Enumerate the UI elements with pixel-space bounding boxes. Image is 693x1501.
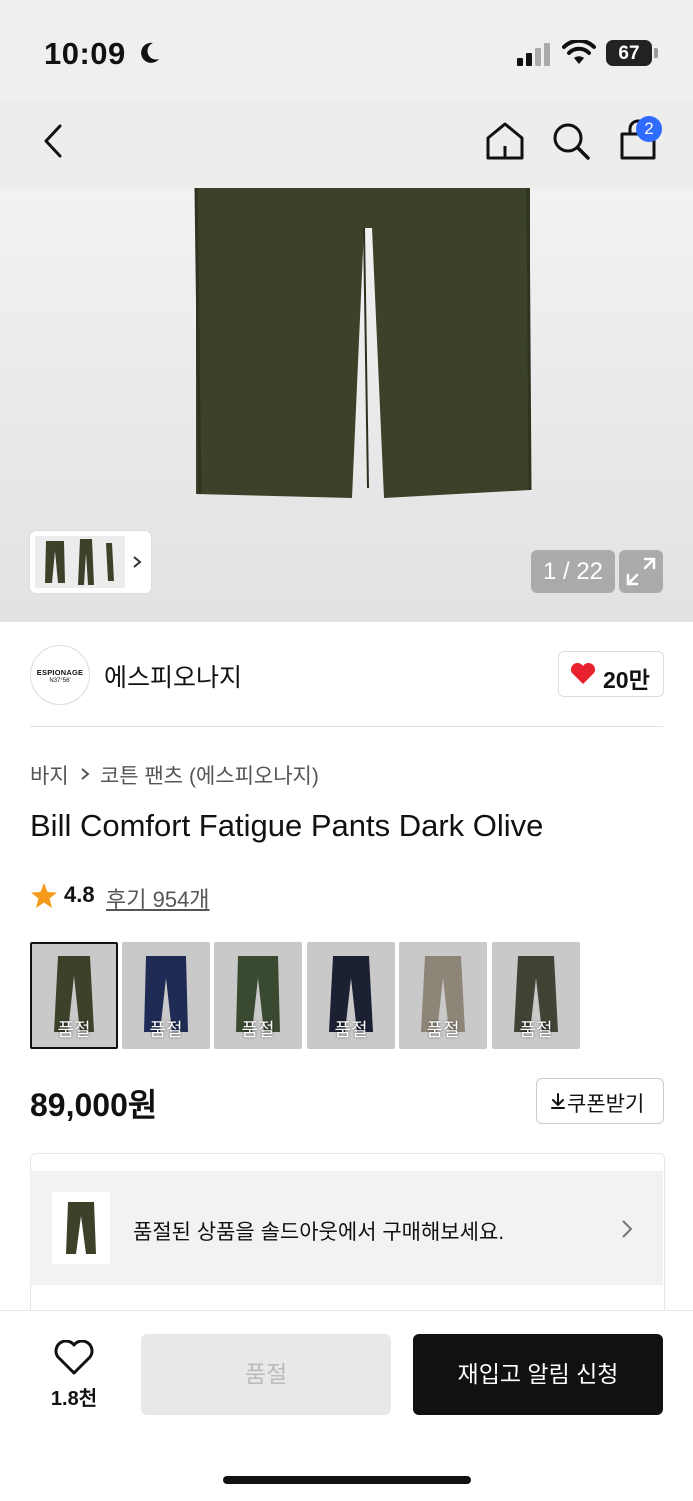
brand-name[interactable]: 에스피오나지 [104, 658, 242, 694]
color-swatch[interactable]: 품절 [492, 942, 580, 1049]
thumbnail-images [35, 536, 142, 588]
breadcrumb-subcategory[interactable]: 코튼 팬츠 (에스피오나지) [100, 760, 319, 790]
cellular-signal-icon [517, 43, 550, 66]
color-swatch[interactable]: 품절 [399, 942, 487, 1049]
sold-out-label: 품절 [426, 1020, 460, 1040]
color-swatch[interactable]: 품절 [214, 942, 302, 1049]
thumbnail-strip[interactable] [30, 531, 151, 593]
brand-logo-subtext: N37°56' [49, 678, 71, 684]
chevron-right-icon [81, 768, 90, 780]
divider [30, 726, 663, 727]
soldout-button[interactable]: 품절 [141, 1334, 391, 1415]
status-time: 10:09 [44, 36, 126, 71]
wishlist-count: 1.8천 [50, 1388, 98, 1410]
heart-filled-icon [570, 663, 596, 684]
review-count-link[interactable]: 후기 954개 [106, 882, 210, 914]
sold-out-label: 품절 [519, 1020, 553, 1040]
search-icon[interactable] [550, 120, 592, 162]
brand-like-count: 20만 [603, 667, 650, 693]
sold-out-label: 품절 [334, 1020, 368, 1040]
gallery-page-counter: 1 / 22 [531, 550, 615, 593]
battery-tip [654, 48, 658, 58]
chevron-right-icon [622, 1220, 633, 1238]
home-indicator [223, 1476, 471, 1484]
download-icon [551, 1093, 565, 1109]
sold-out-label: 품절 [57, 1020, 91, 1040]
battery-indicator: 67 [606, 40, 652, 66]
product-price: 89,000원 [30, 1087, 158, 1123]
home-icon[interactable] [484, 120, 526, 162]
coupon-button-label: 쿠폰받기 [567, 1093, 645, 1116]
brand-logo-text: ESPIONAGE [36, 668, 84, 677]
rating-value: 4.8 [64, 882, 95, 907]
cart-count-badge: 2 [636, 116, 662, 142]
breadcrumb-category[interactable]: 바지 [30, 760, 69, 790]
sold-out-label: 품절 [241, 1020, 275, 1040]
heart-outline-icon[interactable] [54, 1340, 94, 1376]
color-swatch[interactable]: 품절 [122, 942, 210, 1049]
star-icon [31, 883, 57, 908]
pants-thumbnail-image [66, 1202, 96, 1254]
sold-out-label: 품절 [149, 1020, 183, 1040]
soldout-banner-thumbnail [52, 1192, 110, 1264]
product-title: Bill Comfort Fatigue Pants Dark Olive [30, 808, 544, 843]
soldout-banner-text: 품절된 상품을 솔드아웃에서 구매해보세요. [133, 1221, 505, 1244]
moon-icon [141, 42, 159, 63]
expand-icon [626, 557, 656, 586]
color-swatch[interactable]: 품절 [30, 942, 118, 1049]
wifi-icon [562, 40, 596, 64]
back-icon[interactable] [38, 122, 68, 160]
color-swatch[interactable]: 품절 [307, 942, 395, 1049]
expand-button[interactable] [619, 550, 663, 593]
restock-alert-button[interactable]: 재입고 알림 신청 [413, 1334, 663, 1415]
brand-logo[interactable]: ESPIONAGE N37°56' [30, 645, 90, 705]
